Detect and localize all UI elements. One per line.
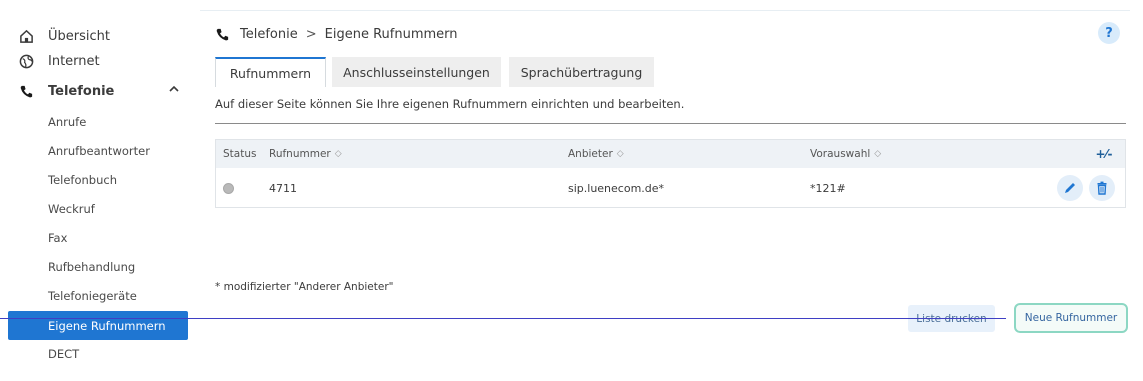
intro-text: Auf dieser Seite können Sie Ihre eigenen… [215, 97, 685, 111]
sidebar-item-uebersicht[interactable]: Übersicht [0, 26, 200, 46]
provider-cell: sip.luenecom.de* [568, 181, 665, 195]
sort-icon[interactable]: ◇ [874, 149, 881, 159]
help-button[interactable]: ? [1098, 22, 1120, 44]
sidebar-item-label: Internet [48, 53, 100, 69]
sidebar-item-fax[interactable]: Fax [48, 231, 67, 245]
top-divider [200, 10, 1130, 11]
tab-rufnummern[interactable]: Rufnummern [215, 57, 326, 87]
new-number-button[interactable]: Neue Rufnummer [1014, 303, 1128, 333]
breadcrumb-separator: > [305, 26, 317, 42]
sidebar-item-anrufbeantworter[interactable]: Anrufbeantworter [48, 144, 150, 158]
sidebar-item-telefonie[interactable]: Telefonie [0, 81, 200, 101]
sidebar-item-anrufe[interactable]: Anrufe [48, 115, 86, 129]
column-anbieter[interactable]: Anbieter ◇ [568, 140, 624, 168]
tab-anschlusseinstellungen[interactable]: Anschlusseinstellungen [332, 57, 501, 87]
sort-icon[interactable]: ◇ [335, 149, 342, 159]
breadcrumb: Telefonie > Eigene Rufnummern [215, 22, 458, 46]
edit-button[interactable] [1057, 175, 1083, 201]
column-rufnummer[interactable]: Rufnummer ◇ [269, 140, 342, 168]
section-divider [215, 123, 1126, 124]
delete-button[interactable] [1089, 175, 1115, 201]
breadcrumb-section[interactable]: Telefonie [240, 27, 298, 42]
overlay-line [0, 318, 1006, 319]
phone-icon [18, 83, 34, 99]
sidebar-item-rufbehandlung[interactable]: Rufbehandlung [48, 260, 135, 274]
status-cell [223, 168, 234, 208]
column-vorauswahl[interactable]: Vorauswahl ◇ [810, 140, 881, 168]
sidebar-item-telefoniegeraete[interactable]: Telefoniegeräte [48, 289, 137, 303]
numbers-table: Status Rufnummer ◇ Anbieter ◇ Vorauswahl ◇ … [215, 139, 1126, 208]
pencil-icon [1063, 181, 1077, 195]
tab-sprachuebertragung[interactable]: Sprachübertragung [509, 57, 654, 87]
globe-icon [18, 53, 34, 69]
preselect-cell: *121# [810, 181, 846, 195]
sidebar-item-internet[interactable]: Internet [0, 51, 200, 71]
plus-minus-icon[interactable]: +⁄- [1094, 144, 1114, 164]
sidebar-item-label: Übersicht [48, 28, 110, 44]
column-status: Status [223, 148, 257, 160]
sidebar-nav: Übersicht Internet Telefonie Anrufe Anru… [0, 0, 200, 381]
status-indicator-icon [223, 182, 234, 194]
home-icon [18, 28, 34, 44]
sidebar-item-eigene-rufnummern[interactable]: Eigene Rufnummern [8, 311, 188, 340]
sidebar-item-telefonbuch[interactable]: Telefonbuch [48, 173, 117, 187]
trash-icon [1095, 181, 1109, 195]
sidebar-item-dect[interactable]: DECT [48, 347, 79, 361]
sort-icon[interactable]: ◇ [617, 149, 624, 159]
phone-icon [215, 27, 230, 42]
sidebar-item-label: Telefonie [48, 83, 115, 99]
table-header: Status Rufnummer ◇ Anbieter ◇ Vorauswahl ◇ … [216, 140, 1125, 168]
page-title: Eigene Rufnummern [324, 26, 458, 42]
number-cell: 4711 [269, 181, 297, 195]
sidebar-item-weckruf[interactable]: Weckruf [48, 202, 95, 216]
provider-footnote: * modifizierter "Anderer Anbieter" [215, 281, 394, 293]
chevron-up-icon[interactable] [168, 83, 180, 99]
